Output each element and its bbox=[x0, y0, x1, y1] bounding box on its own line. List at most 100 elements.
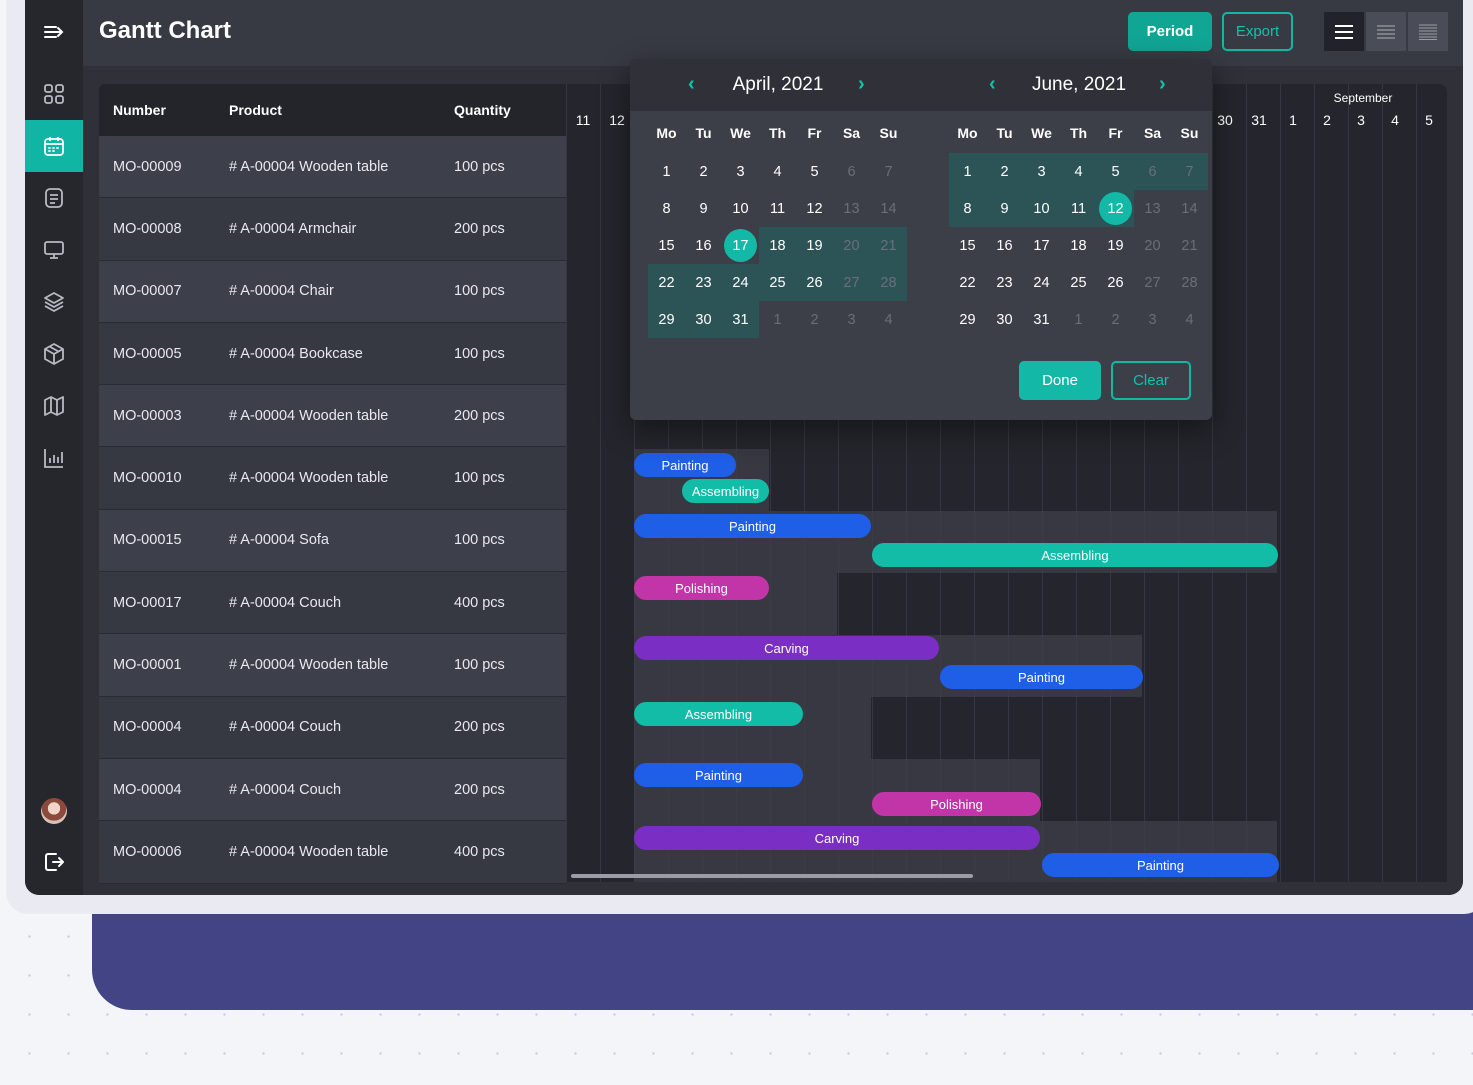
task-bar-assembling[interactable]: Assembling bbox=[634, 702, 803, 726]
calendar-day[interactable]: 30 bbox=[685, 301, 722, 338]
calendar-day[interactable]: 20 bbox=[833, 227, 870, 264]
task-bar-carving[interactable]: Carving bbox=[634, 826, 1040, 850]
calendar-day[interactable]: 21 bbox=[1171, 227, 1208, 264]
calendar-day[interactable]: 15 bbox=[949, 227, 986, 264]
horizontal-scrollbar[interactable] bbox=[571, 874, 973, 878]
task-bar-painting[interactable]: Painting bbox=[634, 514, 871, 538]
table-row[interactable]: MO-00004 # A-00004 Couch 200 pcs bbox=[99, 696, 566, 759]
calendar-day[interactable]: 16 bbox=[685, 227, 722, 264]
calendar-day[interactable]: 12 bbox=[1097, 190, 1134, 227]
period-button[interactable]: Period bbox=[1128, 12, 1212, 51]
calendar-day[interactable]: 11 bbox=[759, 190, 796, 227]
calendar-day[interactable]: 7 bbox=[1171, 153, 1208, 190]
calendar-day[interactable]: 17 bbox=[1023, 227, 1060, 264]
calendar-day[interactable]: 11 bbox=[1060, 190, 1097, 227]
calendar-day[interactable]: 18 bbox=[759, 227, 796, 264]
calendar-day[interactable]: 18 bbox=[1060, 227, 1097, 264]
task-bar-painting[interactable]: Painting bbox=[940, 665, 1143, 689]
calendar-day[interactable]: 2 bbox=[685, 153, 722, 190]
calendar-day[interactable]: 28 bbox=[870, 264, 907, 301]
header-product[interactable]: Product bbox=[229, 102, 454, 118]
header-number[interactable]: Number bbox=[99, 102, 229, 118]
density-compact-icon[interactable] bbox=[1324, 12, 1364, 51]
document-icon[interactable] bbox=[25, 172, 83, 224]
task-bar-assembling[interactable]: Assembling bbox=[872, 543, 1278, 567]
table-row[interactable]: MO-00003 # A-00004 Wooden table 200 pcs bbox=[99, 385, 566, 448]
task-bar-painting[interactable]: Painting bbox=[634, 763, 803, 787]
calendar-day[interactable]: 10 bbox=[1023, 190, 1060, 227]
calendar-day[interactable]: 9 bbox=[986, 190, 1023, 227]
calendar-day[interactable]: 12 bbox=[796, 190, 833, 227]
done-button[interactable]: Done bbox=[1019, 361, 1101, 400]
logout-icon[interactable] bbox=[25, 836, 83, 888]
task-bar-polishing[interactable]: Polishing bbox=[872, 792, 1041, 816]
calendar-day[interactable]: 2 bbox=[986, 153, 1023, 190]
bar-chart-icon[interactable] bbox=[25, 432, 83, 484]
table-row[interactable]: MO-00017 # A-00004 Couch 400 pcs bbox=[99, 572, 566, 635]
task-bar-painting[interactable]: Painting bbox=[1042, 853, 1279, 877]
dashboard-icon[interactable] bbox=[25, 68, 83, 120]
user-avatar[interactable] bbox=[41, 798, 67, 824]
calendar-day[interactable]: 29 bbox=[648, 301, 685, 338]
calendar-day[interactable]: 13 bbox=[1134, 190, 1171, 227]
calendar-day[interactable]: 5 bbox=[1097, 153, 1134, 190]
calendar-day[interactable]: 27 bbox=[1134, 264, 1171, 301]
table-row[interactable]: MO-00004 # A-00004 Couch 200 pcs bbox=[99, 758, 566, 822]
calendar-day[interactable]: 6 bbox=[1134, 153, 1171, 190]
calendar-day[interactable]: 2 bbox=[1097, 301, 1134, 338]
layers-icon[interactable] bbox=[25, 276, 83, 328]
calendar-day[interactable]: 29 bbox=[949, 301, 986, 338]
chevron-right-icon[interactable]: › bbox=[858, 73, 865, 96]
chevron-right-icon[interactable]: › bbox=[1159, 73, 1166, 96]
task-bar-polishing[interactable]: Polishing bbox=[634, 576, 769, 600]
map-icon[interactable] bbox=[25, 380, 83, 432]
calendar-day[interactable]: 15 bbox=[648, 227, 685, 264]
calendar-day[interactable]: 13 bbox=[833, 190, 870, 227]
calendar-day[interactable]: 8 bbox=[949, 190, 986, 227]
calendar-day[interactable]: 28 bbox=[1171, 264, 1208, 301]
calendar-day[interactable]: 24 bbox=[722, 264, 759, 301]
calendar-day[interactable]: 26 bbox=[796, 264, 833, 301]
calendar-day[interactable]: 3 bbox=[722, 153, 759, 190]
table-row[interactable]: MO-00001 # A-00004 Wooden table 100 pcs bbox=[99, 634, 566, 697]
calendar-day[interactable]: 26 bbox=[1097, 264, 1134, 301]
calendar-day[interactable]: 14 bbox=[1171, 190, 1208, 227]
calendar-day[interactable]: 30 bbox=[986, 301, 1023, 338]
calendar-day[interactable]: 22 bbox=[648, 264, 685, 301]
calendar-day[interactable]: 25 bbox=[1060, 264, 1097, 301]
calendar-day[interactable]: 4 bbox=[1171, 301, 1208, 338]
calendar-day[interactable]: 27 bbox=[833, 264, 870, 301]
density-dense-icon[interactable] bbox=[1408, 12, 1448, 51]
calendar-day[interactable]: 24 bbox=[1023, 264, 1060, 301]
density-normal-icon[interactable] bbox=[1366, 12, 1406, 51]
table-row[interactable]: MO-00005 # A-00004 Bookcase 100 pcs bbox=[99, 322, 566, 386]
table-row[interactable]: MO-00010 # A-00004 Wooden table 100 pcs bbox=[99, 447, 566, 510]
calendar-day[interactable]: 5 bbox=[796, 153, 833, 190]
table-row[interactable]: MO-00008 # A-00004 Armchair 200 pcs bbox=[99, 198, 566, 261]
calendar-day[interactable]: 2 bbox=[796, 301, 833, 338]
calendar-day[interactable]: 3 bbox=[1023, 153, 1060, 190]
table-row[interactable]: MO-00015 # A-00004 Sofa 100 pcs bbox=[99, 509, 566, 573]
calendar-day[interactable]: 19 bbox=[796, 227, 833, 264]
calendar-day[interactable]: 20 bbox=[1134, 227, 1171, 264]
calendar-day[interactable]: 19 bbox=[1097, 227, 1134, 264]
monitor-icon[interactable] bbox=[25, 224, 83, 276]
calendar-day[interactable]: 1 bbox=[949, 153, 986, 190]
calendar-day[interactable]: 22 bbox=[949, 264, 986, 301]
calendar-day[interactable]: 1 bbox=[1060, 301, 1097, 338]
calendar-day[interactable]: 17 bbox=[722, 227, 759, 264]
calendar-day[interactable]: 23 bbox=[986, 264, 1023, 301]
cube-icon[interactable] bbox=[25, 328, 83, 380]
calendar-day[interactable]: 4 bbox=[1060, 153, 1097, 190]
calendar-day[interactable]: 31 bbox=[722, 301, 759, 338]
calendar-day[interactable]: 3 bbox=[833, 301, 870, 338]
calendar-day[interactable]: 25 bbox=[759, 264, 796, 301]
calendar-icon[interactable] bbox=[25, 120, 83, 172]
clear-button[interactable]: Clear bbox=[1111, 361, 1191, 400]
calendar-day[interactable]: 23 bbox=[685, 264, 722, 301]
export-button[interactable]: Export bbox=[1222, 12, 1293, 51]
calendar-day[interactable]: 16 bbox=[986, 227, 1023, 264]
task-bar-carving[interactable]: Carving bbox=[634, 636, 939, 660]
task-bar-painting[interactable]: Painting bbox=[634, 453, 736, 477]
task-bar-assembling[interactable]: Assembling bbox=[682, 479, 769, 503]
